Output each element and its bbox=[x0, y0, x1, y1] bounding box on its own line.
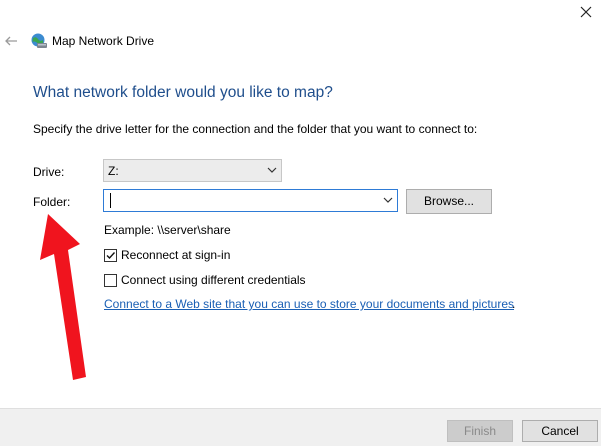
folder-label: Folder: bbox=[33, 195, 71, 209]
browse-button[interactable]: Browse... bbox=[406, 189, 492, 214]
page-heading: What network folder would you like to ma… bbox=[33, 84, 333, 101]
network-drive-icon bbox=[30, 32, 48, 50]
text-caret bbox=[110, 193, 111, 208]
drive-select-value: Z: bbox=[108, 164, 119, 178]
back-button[interactable] bbox=[3, 33, 19, 49]
chevron-down-icon[interactable] bbox=[383, 196, 393, 204]
folder-input[interactable] bbox=[103, 189, 398, 212]
finish-button[interactable]: Finish bbox=[447, 420, 513, 442]
drive-select[interactable]: Z: bbox=[103, 159, 282, 182]
reconnect-label[interactable]: Reconnect at sign-in bbox=[121, 248, 230, 262]
link-suffix: . bbox=[512, 297, 516, 311]
instruction-text: Specify the drive letter for the connect… bbox=[33, 122, 478, 136]
credentials-checkbox-row[interactable]: Connect using different credentials bbox=[104, 272, 306, 288]
red-arrow-annotation bbox=[40, 214, 86, 380]
close-button[interactable] bbox=[575, 2, 597, 24]
window-title: Map Network Drive bbox=[52, 34, 155, 48]
drive-label: Drive: bbox=[33, 165, 65, 179]
reconnect-checkbox-row[interactable]: Reconnect at sign-in bbox=[104, 247, 230, 263]
back-arrow-icon bbox=[5, 36, 17, 46]
cancel-button[interactable]: Cancel bbox=[522, 420, 598, 442]
close-icon bbox=[580, 6, 592, 18]
example-text: Example: \\server\share bbox=[104, 223, 231, 237]
chevron-down-icon bbox=[267, 167, 277, 173]
web-site-link[interactable]: Connect to a Web site that you can use t… bbox=[104, 297, 514, 311]
credentials-label[interactable]: Connect using different credentials bbox=[121, 273, 306, 287]
